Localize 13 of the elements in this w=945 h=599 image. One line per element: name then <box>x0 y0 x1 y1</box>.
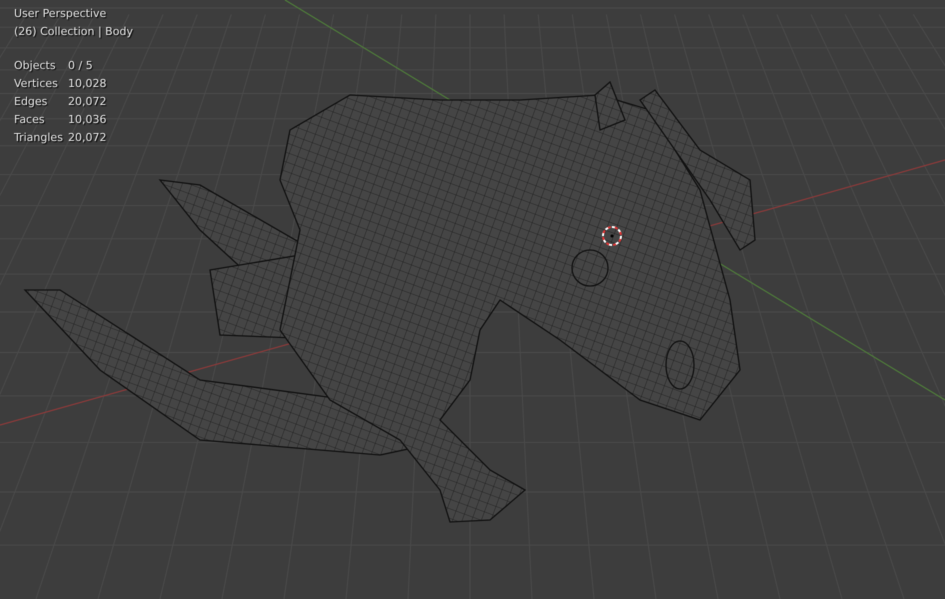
stat-value: 20,072 <box>68 131 108 145</box>
stat-label: Triangles <box>14 131 64 145</box>
stat-label: Vertices <box>14 77 59 91</box>
stat-value: 20,072 <box>68 95 108 109</box>
stat-label: Objects <box>14 59 57 73</box>
stat-value: 10,028 <box>68 77 108 91</box>
stat-value: 10,036 <box>68 113 108 127</box>
stat-value: 0 / 5 <box>68 59 94 73</box>
view-name: User Perspective <box>14 7 108 21</box>
collection-info: (26) Collection | Body <box>14 25 133 39</box>
stat-label: Faces <box>14 113 46 127</box>
stat-label: Edges <box>14 95 48 109</box>
3d-cursor-icon <box>602 226 622 246</box>
